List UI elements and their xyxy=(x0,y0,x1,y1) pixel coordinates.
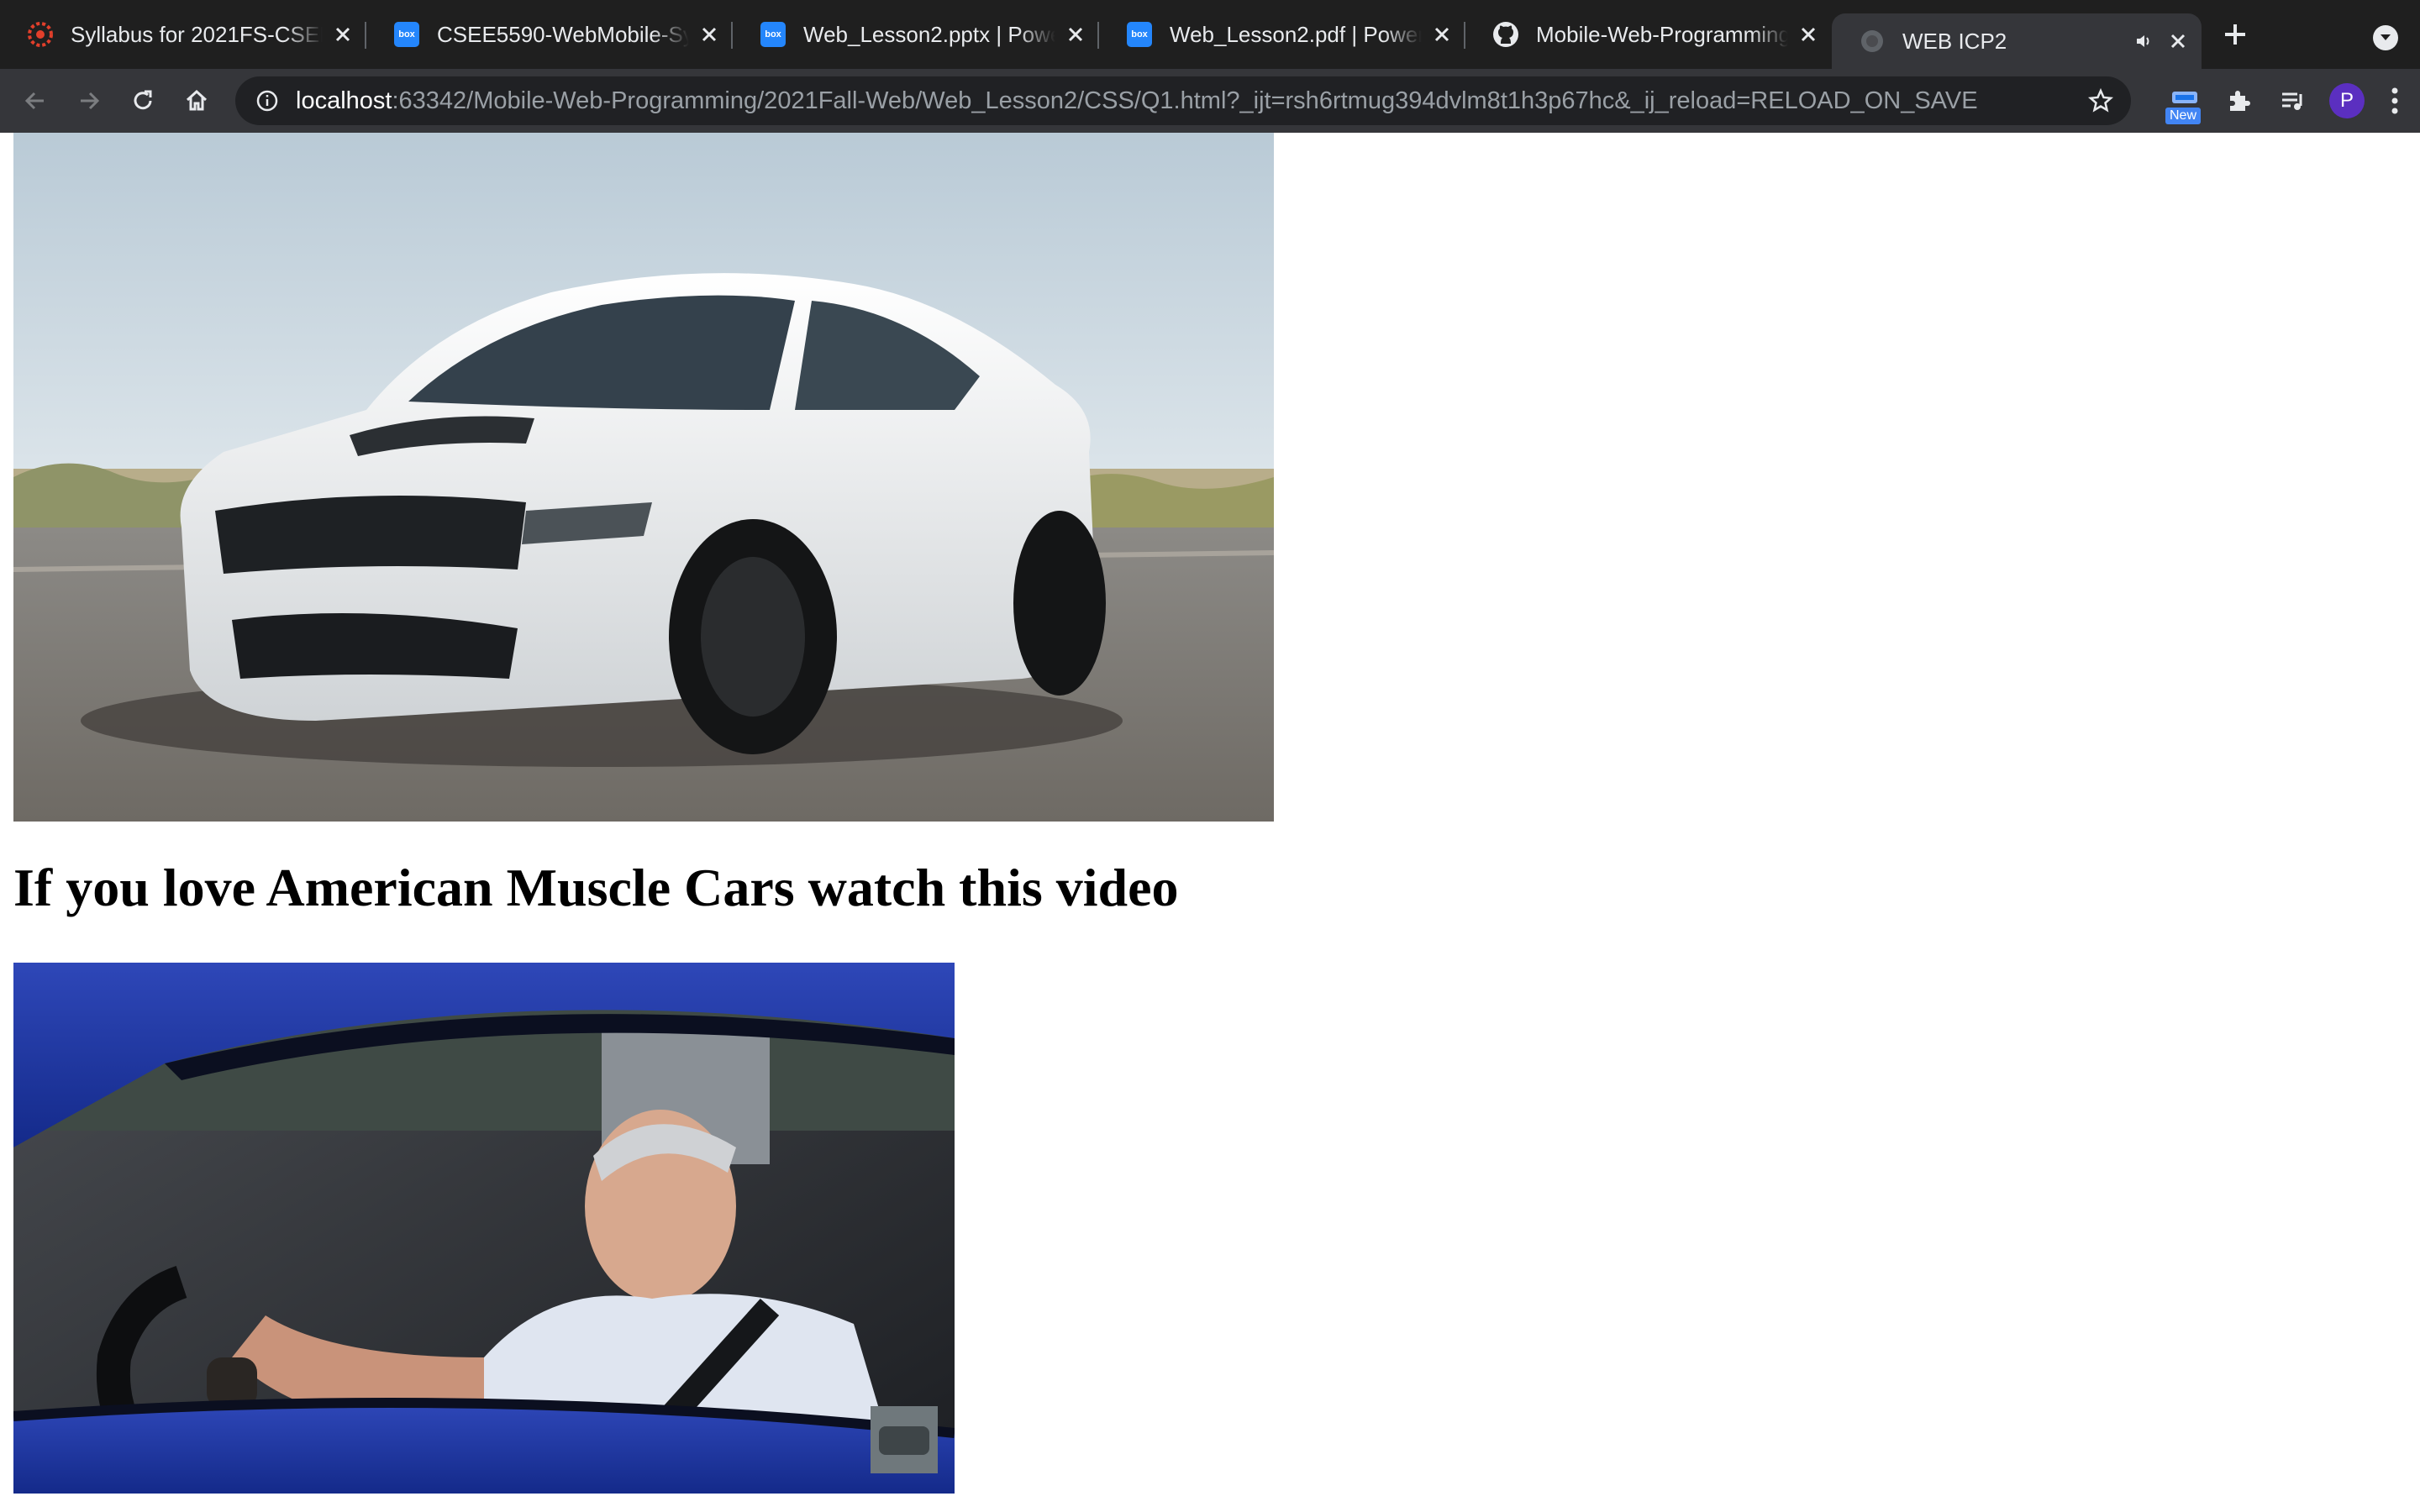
video-player[interactable] xyxy=(13,963,955,1494)
close-icon[interactable] xyxy=(1795,21,1822,48)
chevron-down-icon xyxy=(2381,34,2391,40)
new-badge: New xyxy=(2165,108,2202,124)
github-icon xyxy=(1492,21,1519,48)
arrow-right-icon xyxy=(81,92,100,110)
menu-button[interactable] xyxy=(2373,76,2417,126)
browser-toolbar: localhost:63342/Mobile-Web-Programming/2… xyxy=(0,69,2420,133)
car-photo xyxy=(13,133,1274,822)
tab-title: Web_Lesson2.pdf | Powere xyxy=(1170,21,1422,47)
info-icon[interactable] xyxy=(255,89,279,113)
playlist-icon xyxy=(2282,92,2302,110)
tab-title: Mobile-Web-Programming/ xyxy=(1536,21,1788,47)
reload-button[interactable] xyxy=(119,77,166,124)
tab-pptx[interactable]: box Web_Lesson2.pptx | Power xyxy=(733,0,1099,69)
tab-title: Web_Lesson2.pptx | Power xyxy=(803,21,1055,47)
url-text: localhost:63342/Mobile-Web-Programming/2… xyxy=(296,87,1978,114)
page-content: If you love American Muscle Cars watch t… xyxy=(0,133,2420,1512)
tab-github[interactable]: Mobile-Web-Programming/ xyxy=(1465,0,1832,69)
close-icon[interactable] xyxy=(696,21,723,48)
box-logo-icon: box xyxy=(393,21,420,48)
kebab-menu-icon xyxy=(2391,87,2398,114)
profile-avatar[interactable]: P xyxy=(2329,83,2365,118)
tab-title: WEB ICP2 xyxy=(1902,28,2007,54)
tab-syllabus-box[interactable]: box CSEE5590-WebMobile-Syll xyxy=(366,0,733,69)
tab-syllabus[interactable]: Syllabus for 2021FS-CSEE- xyxy=(0,0,366,69)
arrow-left-icon xyxy=(24,92,44,110)
puzzle-icon xyxy=(2230,91,2250,111)
canvas-logo-icon xyxy=(27,21,54,48)
extensions-button[interactable] xyxy=(2213,76,2264,126)
home-icon xyxy=(186,89,208,111)
close-icon[interactable] xyxy=(329,21,356,48)
speaker-icon[interactable] xyxy=(2131,31,2158,51)
bookmark-star-icon[interactable] xyxy=(2087,87,2114,114)
back-button[interactable] xyxy=(12,77,59,124)
address-bar[interactable]: localhost:63342/Mobile-Web-Programming/2… xyxy=(235,76,2131,125)
box-logo-icon: box xyxy=(1126,21,1153,48)
tab-search-button[interactable] xyxy=(2373,25,2398,50)
new-tab-button[interactable] xyxy=(2210,0,2260,69)
tab-title: Syllabus for 2021FS-CSEE- xyxy=(71,21,323,47)
close-icon[interactable] xyxy=(1428,21,1455,48)
reload-icon xyxy=(134,90,152,110)
globe-icon xyxy=(1859,28,1886,55)
tab-title: CSEE5590-WebMobile-Syll xyxy=(437,21,689,47)
forward-button[interactable] xyxy=(66,77,113,124)
tab-web-icp2[interactable]: WEB ICP2 xyxy=(1832,13,2202,69)
close-icon[interactable] xyxy=(2165,28,2191,55)
tab-pdf[interactable]: box Web_Lesson2.pdf | Powere xyxy=(1099,0,1465,69)
box-logo-icon: box xyxy=(760,21,786,48)
close-icon[interactable] xyxy=(1062,21,1089,48)
extensions-area: New P xyxy=(2160,69,2420,133)
new-extension-button[interactable]: New xyxy=(2160,76,2210,126)
tab-strip: Syllabus for 2021FS-CSEE- box CSEE5590-W… xyxy=(0,0,2420,69)
home-button[interactable] xyxy=(173,77,220,124)
page-heading: If you love American Muscle Cars watch t… xyxy=(13,858,1179,917)
plus-icon xyxy=(2225,24,2245,45)
media-controls-button[interactable] xyxy=(2267,76,2317,126)
